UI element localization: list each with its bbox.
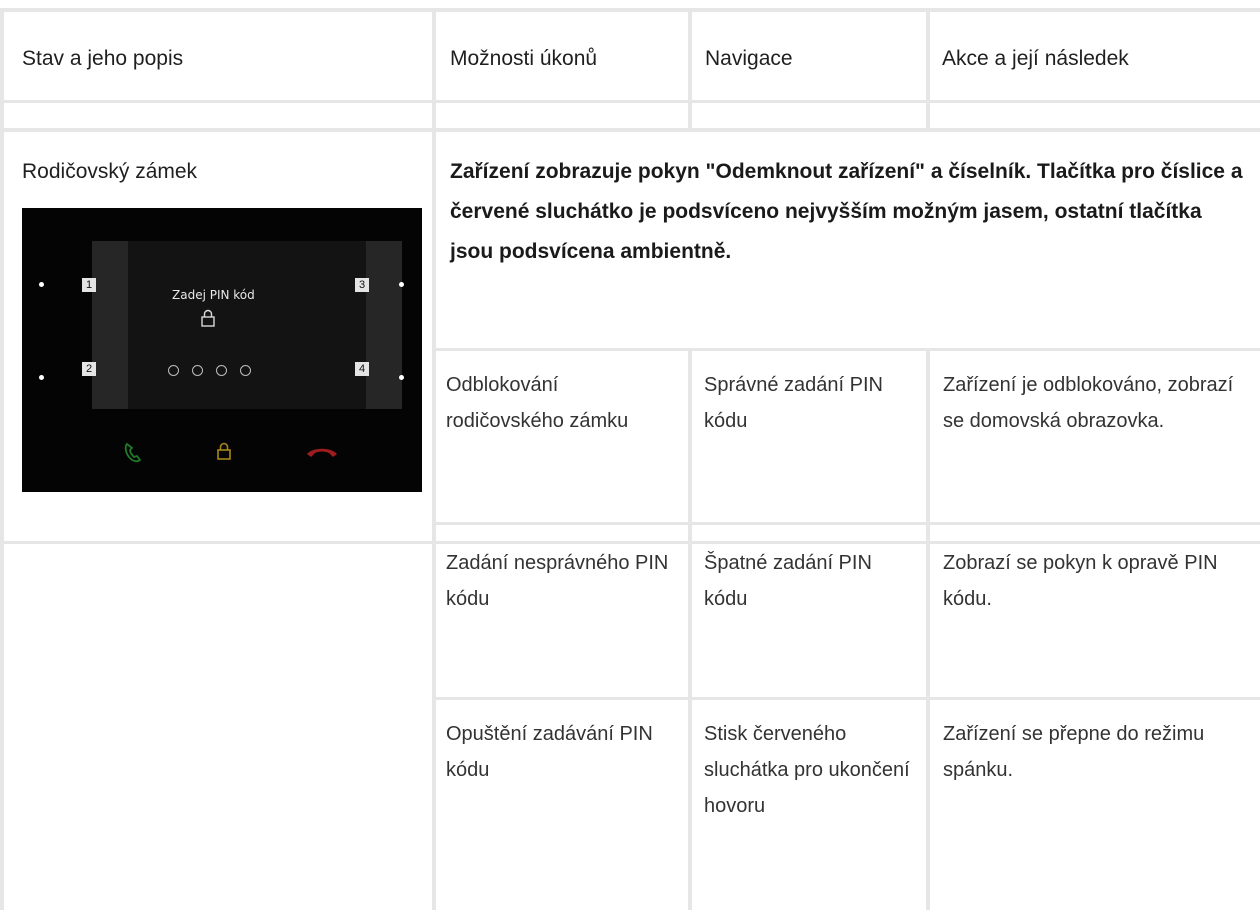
desc-bottom-divider	[432, 348, 1260, 351]
header-navigation: Navigace	[705, 47, 793, 70]
key-3: 3	[355, 278, 369, 292]
device-screen-image: 1 2 3 4 Zadej PIN kód	[22, 208, 422, 492]
indicator-dot	[399, 282, 404, 287]
col-divider-2	[688, 8, 692, 132]
row1-bottom-divider	[432, 522, 1260, 525]
state-title: Rodičovský zámek	[22, 160, 198, 183]
row2-action: Zadání nesprávného PIN kódu	[446, 552, 669, 610]
lock-icon	[201, 309, 215, 327]
row3-result: Zařízení se přepne do režimu spánku.	[943, 723, 1205, 781]
col-divider-3	[926, 8, 930, 132]
yellow-lock-icon	[217, 442, 231, 460]
row1-result: Zařízení je odblokováno, zobrazí se domo…	[943, 374, 1234, 432]
row2-navigation: Špatné zadání PIN kódu	[704, 552, 872, 610]
indicator-dot	[39, 375, 44, 380]
row2-result: Zobrazí se pokyn k opravě PIN kódu.	[943, 552, 1218, 610]
key-1: 1	[82, 278, 96, 292]
key-2: 2	[82, 362, 96, 376]
device-right-side	[366, 241, 402, 409]
state-bottom-divider	[0, 541, 1260, 544]
device-display	[92, 241, 402, 409]
row1-navigation: Správné zadání PIN kódu	[704, 374, 883, 432]
pin-prompt: Zadej PIN kód	[172, 288, 255, 302]
green-handset-icon	[124, 442, 142, 463]
red-handset-icon	[307, 448, 337, 457]
spacer-divider	[0, 128, 1260, 132]
header-state: Stav a jeho popis	[22, 47, 184, 70]
key-4: 4	[355, 362, 369, 376]
col-divider-3-lower	[926, 351, 930, 910]
indicator-dot	[39, 282, 44, 287]
row2-bottom-divider	[432, 697, 1260, 700]
row3-action: Opuštění zadávání PIN kódu	[446, 723, 653, 781]
pin-digit-placeholder	[192, 365, 203, 376]
pin-digit-placeholder	[240, 365, 251, 376]
row1-action: Odblokování rodičovského zámku	[446, 374, 629, 432]
header-action: Akce a její následek	[942, 47, 1129, 70]
indicator-dot	[399, 375, 404, 380]
col-divider-2-lower	[688, 351, 692, 910]
device-left-side	[92, 241, 128, 409]
header-divider	[0, 100, 1260, 103]
table-top-border	[0, 8, 1260, 12]
row3-navigation: Stisk červeného sluchátka pro ukončení h…	[704, 723, 910, 817]
col-divider-1-lower	[432, 132, 436, 910]
col-divider-1	[432, 8, 436, 132]
pin-digit-placeholder	[216, 365, 227, 376]
state-description: Zařízení zobrazuje pokyn "Odemknout zaří…	[450, 160, 1243, 263]
table-left-border	[0, 8, 4, 910]
pin-digit-placeholder	[168, 365, 179, 376]
header-options: Možnosti úkonů	[450, 47, 598, 70]
